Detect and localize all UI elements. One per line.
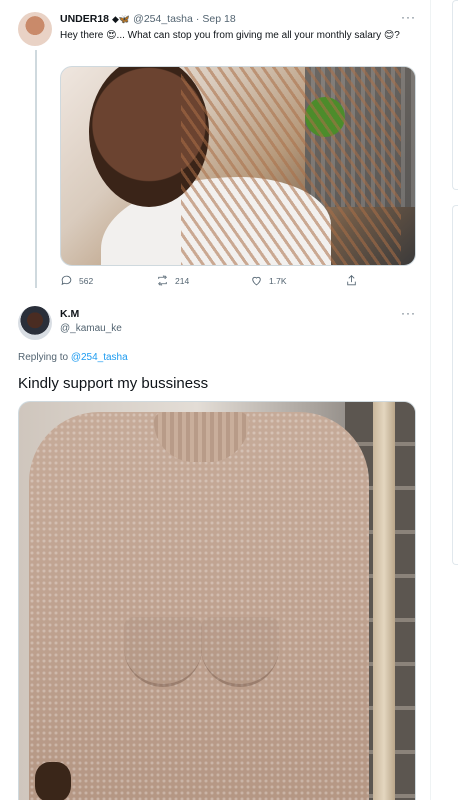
tweet-text: Hey there 😍... What can stop you from gi… [60,30,400,41]
tweet-photo[interactable] [60,66,416,266]
photo-hand [35,762,71,800]
photo-wooden-post [373,402,395,800]
replying-prefix: Replying to [18,352,69,363]
tweet-header: UNDER18 ◆🦋 @254_tasha · Sep 18 [60,13,236,25]
retweet-count: 214 [175,275,190,286]
retweet-icon [158,275,167,286]
tweet-text: Kindly support my bussiness [18,375,209,392]
sidebar-card [452,0,458,190]
tweet-photo[interactable] [18,401,416,800]
sidebar-card [452,205,458,565]
tweet-actions: 562 214 1.7K [60,274,370,290]
avatar[interactable] [18,306,52,340]
thread-connector [35,50,37,288]
reply-count: 562 [79,275,94,286]
display-name[interactable]: K.M [60,308,79,320]
separator-dot: · [195,13,200,25]
more-options-icon[interactable]: ··· [401,306,416,320]
column-divider [430,0,431,800]
like-count: 1.7K [269,275,287,286]
sweater-detail [124,617,202,687]
retweet-button[interactable]: 214 [156,274,189,287]
replying-to: Replying to @254_tasha [18,352,128,363]
twitter-thread: UNDER18 ◆🦋 @254_tasha · Sep 18 ··· Hey t… [0,0,458,800]
photo-sweater [29,412,369,800]
more-options-icon[interactable]: ··· [401,10,416,24]
sweater-detail [201,617,279,687]
heart-icon [252,276,261,286]
user-handle[interactable]: @_kamau_ke [60,323,122,334]
reply-button[interactable]: 562 [60,274,93,287]
avatar[interactable] [18,12,52,46]
like-button[interactable]: 1.7K [250,274,287,287]
replying-mention-link[interactable]: @254_tasha [71,352,128,363]
name-emoji: ◆🦋 [112,13,131,24]
photo-braids [181,67,401,265]
sweater-collar [154,412,249,462]
share-icon [347,275,356,286]
reply-icon [61,275,72,286]
tweet-date[interactable]: Sep 18 [202,13,235,25]
share-button[interactable] [345,274,358,287]
user-handle[interactable]: @254_tasha [133,13,193,25]
display-name[interactable]: UNDER18 [60,13,109,25]
